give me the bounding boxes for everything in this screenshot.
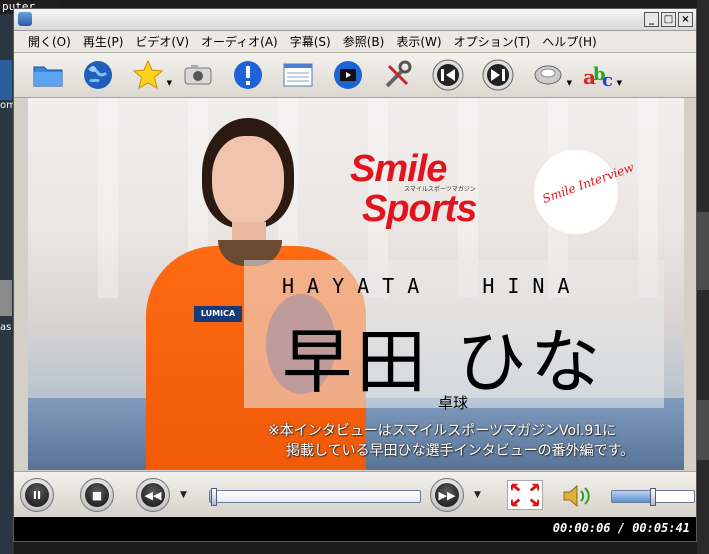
app-icon[interactable] xyxy=(18,12,32,26)
menu-options[interactable]: オプション(T) xyxy=(448,32,537,52)
menu-help[interactable]: ヘルプ(H) xyxy=(536,32,602,52)
dropdown-arrow-icon[interactable]: ▼ xyxy=(617,79,622,87)
tools-icon xyxy=(385,60,412,88)
forward-button[interactable]: ▶▶ xyxy=(430,478,464,512)
playback-controls: II ■ ◀◀ ▼ ▶▶ ▼ xyxy=(14,471,696,517)
desktop-window-fragment xyxy=(697,212,709,290)
smile-sports-logo: Smile スマイルスポーツマガジン Sports xyxy=(346,148,526,238)
audio-track-button[interactable]: ▼ xyxy=(528,57,572,93)
menu-video[interactable]: ビデオ(V) xyxy=(129,32,195,52)
mute-button[interactable] xyxy=(560,484,596,508)
seek-handle[interactable] xyxy=(211,488,217,506)
folder-icon xyxy=(33,66,63,87)
playlist-icon xyxy=(283,63,313,87)
video-settings-button[interactable] xyxy=(328,57,368,93)
fullscreen-button[interactable] xyxy=(507,480,543,510)
next-button[interactable] xyxy=(478,57,518,93)
status-bar: 00:00:06 / 00:05:41 xyxy=(14,517,696,541)
athlete-latin-name: HAYATA HINA xyxy=(282,274,583,298)
interview-badge: Smile Interview xyxy=(534,150,636,234)
info-icon xyxy=(234,61,262,89)
previous-icon xyxy=(432,59,464,91)
fullscreen-icon xyxy=(511,483,539,507)
forward-dropdown-icon[interactable]: ▼ xyxy=(474,490,481,500)
globe-icon xyxy=(84,61,112,89)
toolbar: ▼ ▼ abc ▼ xyxy=(14,53,696,98)
shirt-brand-patch: LUMICA xyxy=(194,306,242,322)
svg-text:c: c xyxy=(602,70,613,91)
desktop-icon[interactable] xyxy=(0,60,12,100)
time-display: 00:00:06 / 00:05:41 xyxy=(552,521,690,535)
desktop-window-fragment xyxy=(697,400,709,460)
open-url-button[interactable] xyxy=(78,57,118,93)
volume-slider[interactable] xyxy=(611,488,695,506)
media-player-window: _ □ × 開く(O) 再生(P) ビデオ(V) オーディオ(A) 字幕(S) … xyxy=(13,8,697,542)
desktop-icon[interactable] xyxy=(0,280,12,316)
volume-handle[interactable] xyxy=(650,488,656,506)
volume-level xyxy=(612,491,653,502)
rewind-icon: ◀◀ xyxy=(141,483,165,507)
pause-button[interactable]: II xyxy=(20,478,54,512)
menu-subtitles[interactable]: 字幕(S) xyxy=(284,32,337,52)
stop-button[interactable]: ■ xyxy=(80,478,114,512)
pause-icon: II xyxy=(25,483,49,507)
athlete-face xyxy=(212,136,284,226)
menu-view[interactable]: 表示(W) xyxy=(390,32,447,52)
next-icon xyxy=(482,59,514,91)
tools-button[interactable] xyxy=(378,57,418,93)
menu-bar: 開く(O) 再生(P) ビデオ(V) オーディオ(A) 字幕(S) 参照(B) … xyxy=(14,31,696,53)
subtitle-button[interactable]: abc ▼ xyxy=(578,57,622,93)
dropdown-arrow-icon[interactable]: ▼ xyxy=(167,79,172,87)
logo-line-2: Sports xyxy=(362,188,477,230)
menu-browse[interactable]: 参照(B) xyxy=(337,32,391,52)
previous-button[interactable] xyxy=(428,57,468,93)
star-icon xyxy=(132,59,164,89)
audio-disc-icon xyxy=(534,65,562,85)
maximize-button[interactable]: □ xyxy=(661,12,676,27)
menu-open[interactable]: 開く(O) xyxy=(22,32,77,52)
rewind-dropdown-icon[interactable]: ▼ xyxy=(180,490,187,500)
minimize-button[interactable]: _ xyxy=(644,12,659,27)
playlist-button[interactable] xyxy=(278,57,318,93)
open-file-button[interactable] xyxy=(28,57,68,93)
sport-label: 卓球 xyxy=(438,394,469,412)
rewind-button[interactable]: ◀◀ xyxy=(136,478,170,512)
desktop-right-edge xyxy=(697,0,709,554)
forward-icon: ▶▶ xyxy=(435,483,459,507)
video-display[interactable]: LUMICA Smile スマイルスポーツマガジン Sports Smile I… xyxy=(28,98,684,470)
dropdown-arrow-icon[interactable]: ▼ xyxy=(567,79,572,87)
desktop-icon-label: as xyxy=(0,322,12,333)
stop-icon: ■ xyxy=(85,483,109,507)
camera-icon xyxy=(184,65,212,85)
video-settings-icon xyxy=(334,61,362,89)
caption-line-1: ※本インタビューはスマイルスポーツマガジンVol.91に xyxy=(268,423,617,439)
caption-line-2: 掲載している早田ひな選手インタビューの番外編です。 xyxy=(286,443,635,459)
seek-bar[interactable] xyxy=(209,488,421,506)
subtitle-abc-icon: abc xyxy=(583,64,613,91)
window-controls: _ □ × xyxy=(644,12,693,27)
favorites-button[interactable]: ▼ xyxy=(128,57,172,93)
screenshot-button[interactable] xyxy=(178,57,218,93)
menu-audio[interactable]: オーディオ(A) xyxy=(195,32,284,52)
close-button[interactable]: × xyxy=(678,12,693,27)
menu-play[interactable]: 再生(P) xyxy=(77,32,130,52)
title-bar[interactable]: _ □ × xyxy=(14,9,696,31)
speaker-icon xyxy=(563,484,590,508)
info-button[interactable] xyxy=(228,57,268,93)
